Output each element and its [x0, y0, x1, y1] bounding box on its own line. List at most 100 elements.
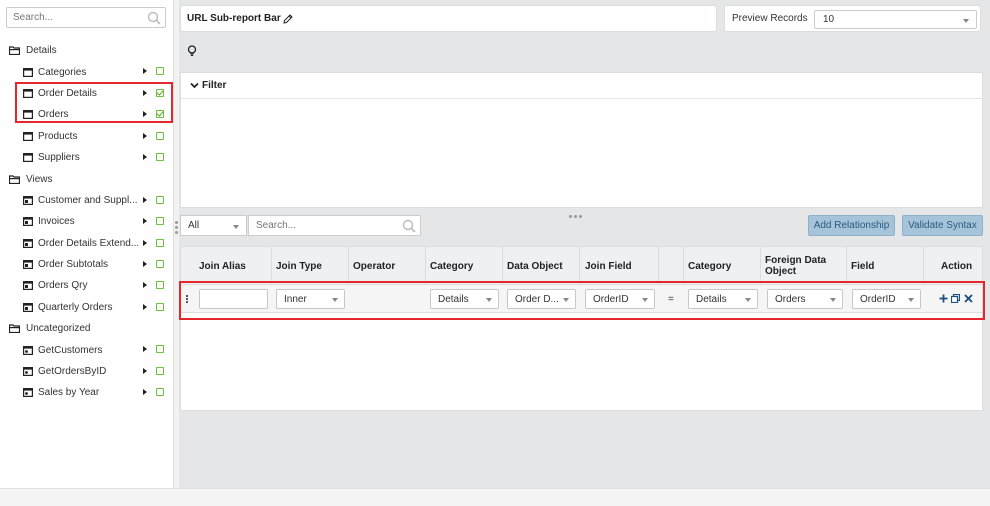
include-checkbox[interactable] — [156, 366, 164, 375]
sidebar-search[interactable] — [6, 7, 166, 28]
view-icon — [23, 195, 33, 205]
relationship-search-input[interactable] — [249, 216, 389, 235]
expand-arrow-icon[interactable] — [143, 68, 147, 75]
column-header: Category — [688, 260, 732, 272]
include-checkbox[interactable] — [156, 388, 164, 397]
table-icon — [23, 67, 33, 77]
tree-item-order-details-extended[interactable]: Order Details Extend... — [0, 233, 174, 254]
include-checkbox[interactable] — [156, 217, 164, 226]
tree-item-sales-by-year[interactable]: Sales by Year — [0, 382, 174, 403]
tree-group-uncategorized[interactable]: Uncategorized — [0, 318, 174, 339]
preview-records-bar: Preview Records 10 — [724, 5, 981, 32]
panel-splitter[interactable] — [569, 210, 584, 221]
expand-arrow-icon[interactable] — [143, 282, 147, 289]
table-icon — [23, 153, 33, 163]
tree-item-products[interactable]: Products — [0, 126, 174, 147]
tree-item-label: Suppliers — [38, 152, 80, 164]
expand-arrow-icon[interactable] — [143, 218, 147, 225]
footer-strip — [0, 488, 990, 506]
tree-item-suppliers[interactable]: Suppliers — [0, 147, 174, 168]
column-header: Join Alias — [199, 260, 246, 272]
grid-header: Join Alias Join Type Operator Category D… — [181, 247, 982, 285]
view-icon — [23, 302, 33, 312]
tree-item-customer-suppliers[interactable]: Customer and Suppl... — [0, 190, 174, 211]
search-icon[interactable] — [147, 11, 161, 25]
tree-group-label: Details — [26, 45, 57, 57]
filter-panel: Filter — [180, 72, 983, 208]
include-checkbox[interactable] — [156, 238, 164, 247]
expand-arrow-icon[interactable] — [143, 260, 147, 267]
category-filter-value: All — [188, 220, 200, 231]
sidebar-search-input[interactable] — [7, 8, 137, 27]
expand-arrow-icon[interactable] — [143, 239, 147, 246]
tree-item-getcustomers[interactable]: GetCustomers — [0, 339, 174, 360]
chevron-down-icon — [190, 82, 199, 89]
tree-group-details[interactable]: Details — [0, 40, 174, 61]
highlight-relationship-row — [179, 281, 985, 320]
sidebar-resize-handle[interactable] — [175, 221, 178, 236]
preview-records-label: Preview Records — [732, 13, 808, 24]
expand-arrow-icon[interactable] — [143, 346, 147, 353]
tree-item-order-subtotals[interactable]: Order Subtotals — [0, 254, 174, 275]
tree-item-label: GetCustomers — [38, 344, 103, 356]
tree-item-label: Order Details Extend... — [38, 237, 138, 249]
column-header: Join Field — [585, 260, 632, 272]
tree-item-label: Customer and Suppl... — [38, 194, 138, 206]
expand-arrow-icon[interactable] — [143, 303, 147, 310]
sidebar: Details Categories Order Details Orders … — [0, 0, 174, 488]
include-checkbox[interactable] — [156, 195, 164, 204]
view-icon — [23, 238, 33, 248]
preview-records-select[interactable]: 10 — [814, 10, 977, 29]
tree-item-label: Products — [38, 130, 78, 142]
add-relationship-button[interactable]: Add Relationship — [808, 215, 895, 236]
include-checkbox[interactable] — [156, 281, 164, 290]
column-header: Category — [430, 260, 474, 272]
tree-item-label: Quarterly Orders — [38, 301, 113, 313]
expand-arrow-icon[interactable] — [143, 132, 147, 139]
stored-procedure-icon — [23, 345, 33, 355]
stored-procedure-icon — [23, 388, 33, 398]
tree-item-invoices[interactable]: Invoices — [0, 211, 174, 232]
chevron-down-icon — [963, 19, 969, 23]
tree-item-label: Sales by Year — [38, 387, 100, 399]
category-filter-select[interactable]: All — [180, 215, 247, 236]
view-icon — [23, 260, 33, 270]
column-header: Foreign Data Object — [765, 255, 827, 277]
stored-procedure-icon — [23, 367, 33, 377]
expand-arrow-icon[interactable] — [143, 153, 147, 160]
column-header: Operator — [353, 260, 396, 272]
report-title-bar: URL Sub-report Bar — [180, 5, 717, 32]
tree-item-label: Order Subtotals — [38, 259, 109, 271]
chevron-down-icon — [233, 225, 239, 229]
view-icon — [23, 281, 33, 291]
include-checkbox[interactable] — [156, 259, 164, 268]
column-header: Data Object — [507, 260, 563, 272]
expand-arrow-icon[interactable] — [143, 367, 147, 374]
include-checkbox[interactable] — [156, 67, 164, 76]
tree-item-orders-qry[interactable]: Orders Qry — [0, 275, 174, 296]
include-checkbox[interactable] — [156, 152, 164, 161]
tree-item-categories[interactable]: Categories — [0, 61, 174, 82]
expand-arrow-icon[interactable] — [143, 389, 147, 396]
lightbulb-icon[interactable] — [187, 45, 197, 57]
validate-syntax-button[interactable]: Validate Syntax — [902, 215, 983, 236]
tree-item-label: Invoices — [38, 216, 75, 228]
tree-item-getordersbyid[interactable]: GetOrdersByID — [0, 361, 174, 382]
relationship-search[interactable] — [248, 215, 421, 236]
preview-records-value: 10 — [823, 14, 835, 25]
filter-toggle[interactable]: Filter — [181, 73, 982, 99]
tree-item-quarterly-orders[interactable]: Quarterly Orders — [0, 297, 174, 318]
table-icon — [23, 131, 33, 141]
search-icon[interactable] — [402, 219, 416, 233]
include-checkbox[interactable] — [156, 345, 164, 354]
relationships-grid: Join Alias Join Type Operator Category D… — [180, 246, 983, 411]
pencil-edit-icon[interactable] — [283, 13, 293, 24]
tree-group-views[interactable]: Views — [0, 168, 174, 189]
include-checkbox[interactable] — [156, 131, 164, 140]
tree-group-label: Uncategorized — [26, 323, 91, 335]
expand-arrow-icon[interactable] — [143, 196, 147, 203]
include-checkbox[interactable] — [156, 302, 164, 311]
main-panel: URL Sub-report Bar Preview Records 10 Fi… — [179, 0, 990, 488]
tree-item-label: Orders Qry — [38, 280, 88, 292]
filter-label: Filter — [202, 80, 227, 91]
